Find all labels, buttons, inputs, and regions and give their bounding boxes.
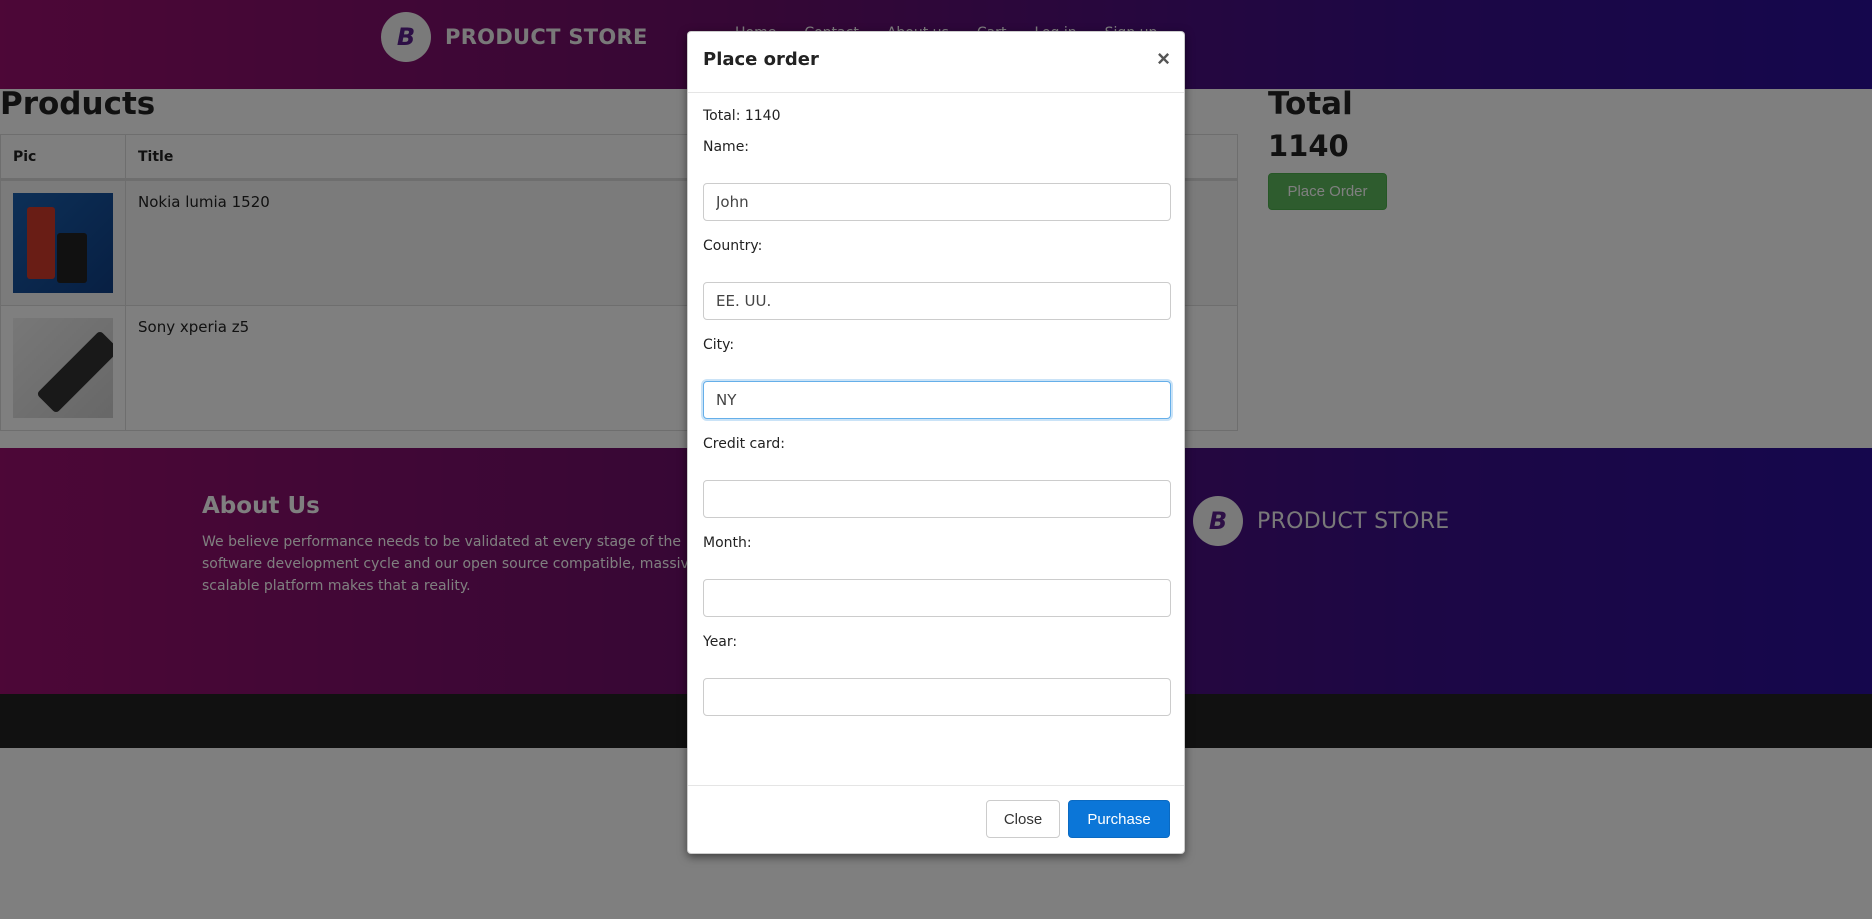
city-label: City: [703,337,735,353]
year-input[interactable] [703,678,1171,716]
modal-footer: Close Purchase [688,785,1184,853]
month-label: Month: [703,535,752,551]
credit-card-input[interactable] [703,480,1171,518]
place-order-modal: Place order × Total: 1140 Name: Country:… [687,31,1185,854]
purchase-button[interactable]: Purchase [1068,800,1170,838]
close-button[interactable]: Close [986,800,1060,838]
modal-title: Place order [703,49,819,70]
credit-card-label: Credit card: [703,436,785,452]
country-input[interactable] [703,282,1171,320]
order-total: Total: 1140 [703,108,781,124]
year-label: Year: [703,634,738,650]
name-label: Name: [703,139,750,155]
name-input[interactable] [703,183,1171,221]
month-input[interactable] [703,579,1171,617]
modal-header: Place order × [688,32,1184,93]
country-label: Country: [703,238,763,254]
close-icon[interactable]: × [1157,48,1170,70]
city-input[interactable] [703,381,1171,419]
